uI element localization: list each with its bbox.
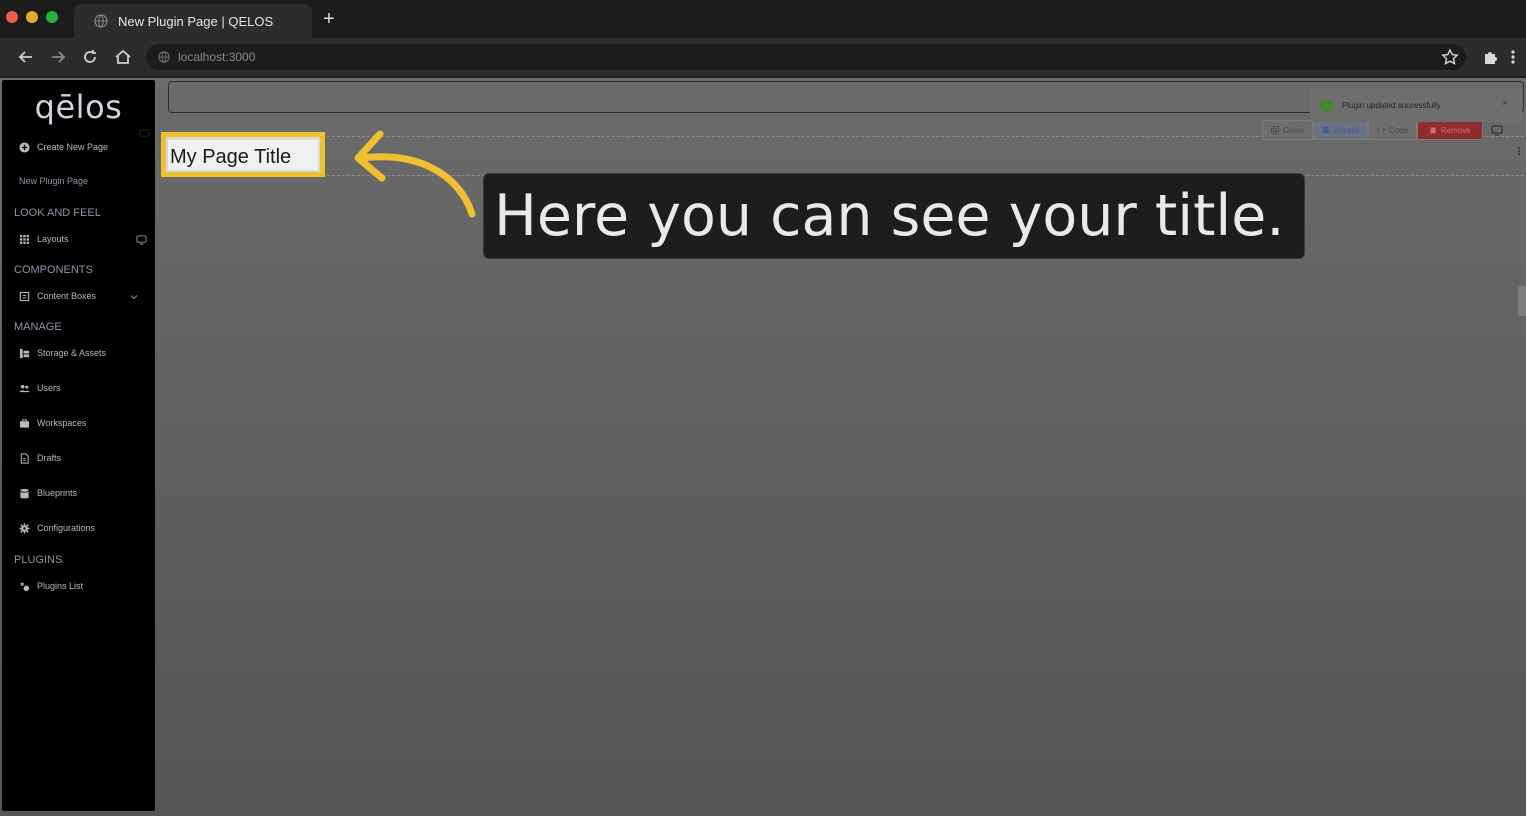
- app-page: qēlos Create New Page New Plugin Page LO…: [0, 78, 1526, 816]
- plugin-icon: [20, 581, 30, 591]
- tab-title: New Plugin Page | QELOS: [118, 13, 274, 29]
- copy-icon: [1271, 126, 1279, 134]
- database-icon: [20, 488, 29, 499]
- blueprints-label: Blueprints: [37, 488, 78, 498]
- title-highlight-box: My Page Title: [161, 132, 325, 177]
- block-settings-icon[interactable]: [1491, 124, 1503, 136]
- toast-message: Plugin updated successfully: [1342, 100, 1441, 110]
- section-components: COMPONENTS: [14, 264, 93, 276]
- bookmark-star-icon[interactable]: [1441, 48, 1459, 66]
- success-toast: Plugin updated successfully ×: [1310, 88, 1522, 122]
- configurations-label: Configurations: [37, 523, 96, 533]
- maximize-window-button[interactable]: [46, 11, 58, 23]
- code-label: Code: [1388, 125, 1408, 135]
- site-info-icon[interactable]: [158, 51, 170, 63]
- clone-label: Clone: [1283, 125, 1304, 135]
- content-box-icon: [19, 291, 30, 301]
- section-manage: MANAGE: [14, 321, 62, 333]
- edit-indicator-icon: [139, 129, 150, 137]
- wizard-icon: [1322, 126, 1330, 134]
- sidebar-item-layouts[interactable]: Layouts: [19, 232, 69, 246]
- plus-circle-icon: [19, 141, 30, 153]
- sidebar-item-content-boxes[interactable]: Content Boxes: [19, 289, 96, 303]
- minimize-window-button[interactable]: [26, 11, 38, 23]
- browser-toolbar: localhost:3000: [0, 38, 1526, 76]
- clone-button[interactable]: Clone: [1262, 120, 1313, 140]
- sidebar-item-new-plugin-page[interactable]: New Plugin Page: [19, 176, 88, 186]
- sidebar-item-users[interactable]: Users: [19, 381, 61, 395]
- drafts-label: Drafts: [37, 453, 62, 463]
- forward-arrow-icon[interactable]: [48, 47, 68, 67]
- document-icon: [20, 452, 29, 464]
- remove-label: Remove: [1440, 125, 1471, 135]
- content-boxes-label: Content Boxes: [37, 291, 97, 301]
- section-plugins: PLUGINS: [14, 554, 63, 566]
- check-circle-icon: [1320, 98, 1333, 112]
- layouts-label: Layouts: [37, 234, 69, 244]
- guide-tooltip: Here you can see your title.: [483, 173, 1305, 259]
- sidebar-item-plugins-list[interactable]: Plugins List: [19, 579, 83, 593]
- trash-icon: [1430, 127, 1436, 134]
- block-more-icon[interactable]: [1516, 146, 1522, 156]
- briefcase-icon: [19, 418, 30, 428]
- block-action-bar: Clone Wizard Code Remove: [1262, 120, 1503, 140]
- sidebar-item-workspaces[interactable]: Workspaces: [19, 416, 86, 430]
- editor-area: Clone Wizard Code Remove Plugin updated …: [160, 78, 1526, 816]
- browser-tab-bar: New Plugin Page | QELOS +: [0, 0, 1526, 38]
- sidebar-item-storage-assets[interactable]: Storage & Assets: [19, 346, 106, 360]
- gear-icon: [19, 522, 30, 534]
- workspaces-label: Workspaces: [37, 418, 87, 428]
- wizard-button[interactable]: Wizard: [1312, 120, 1368, 140]
- page-title-heading[interactable]: My Page Title: [170, 146, 291, 169]
- close-window-button[interactable]: [6, 11, 18, 23]
- new-tab-button[interactable]: +: [320, 9, 338, 29]
- sidebar-item-configurations[interactable]: Configurations: [19, 521, 95, 535]
- address-bar[interactable]: localhost:3000: [146, 44, 1466, 70]
- sidebar-item-drafts[interactable]: Drafts: [19, 451, 61, 465]
- reload-icon[interactable]: [80, 47, 100, 67]
- code-icon: [1376, 127, 1385, 133]
- plugins-list-label: Plugins List: [37, 581, 84, 591]
- remove-button[interactable]: Remove: [1416, 120, 1483, 140]
- browser-tab[interactable]: New Plugin Page | QELOS: [74, 4, 312, 38]
- sidebar: qēlos Create New Page New Plugin Page LO…: [2, 80, 155, 811]
- grid-icon: [19, 234, 29, 244]
- storage-assets-label: Storage & Assets: [37, 348, 107, 358]
- back-arrow-icon[interactable]: [16, 47, 36, 67]
- pointer-arrow-icon: [354, 130, 476, 218]
- chevron-down-icon[interactable]: [130, 291, 138, 302]
- users-icon: [19, 384, 30, 392]
- edit-layouts-icon[interactable]: [136, 234, 147, 245]
- toast-close-button[interactable]: ×: [1502, 98, 1508, 109]
- side-panel-handle[interactable]: [1518, 286, 1526, 316]
- wizard-label: Wizard: [1333, 125, 1359, 135]
- storage-icon: [19, 348, 30, 358]
- users-label: Users: [37, 383, 61, 393]
- qelos-logo[interactable]: qēlos: [2, 88, 155, 126]
- section-look-and-feel: LOOK AND FEEL: [14, 207, 101, 219]
- home-icon[interactable]: [113, 47, 133, 67]
- sidebar-item-blueprints[interactable]: Blueprints: [19, 486, 77, 500]
- more-menu-icon[interactable]: [1508, 48, 1518, 66]
- code-button[interactable]: Code: [1367, 120, 1417, 140]
- globe-icon: [94, 14, 108, 28]
- extensions-puzzle-icon[interactable]: [1482, 48, 1500, 66]
- create-new-page-label: Create New Page: [37, 142, 109, 152]
- create-new-page-button[interactable]: Create New Page: [19, 140, 108, 154]
- url-text: localhost:3000: [178, 50, 256, 64]
